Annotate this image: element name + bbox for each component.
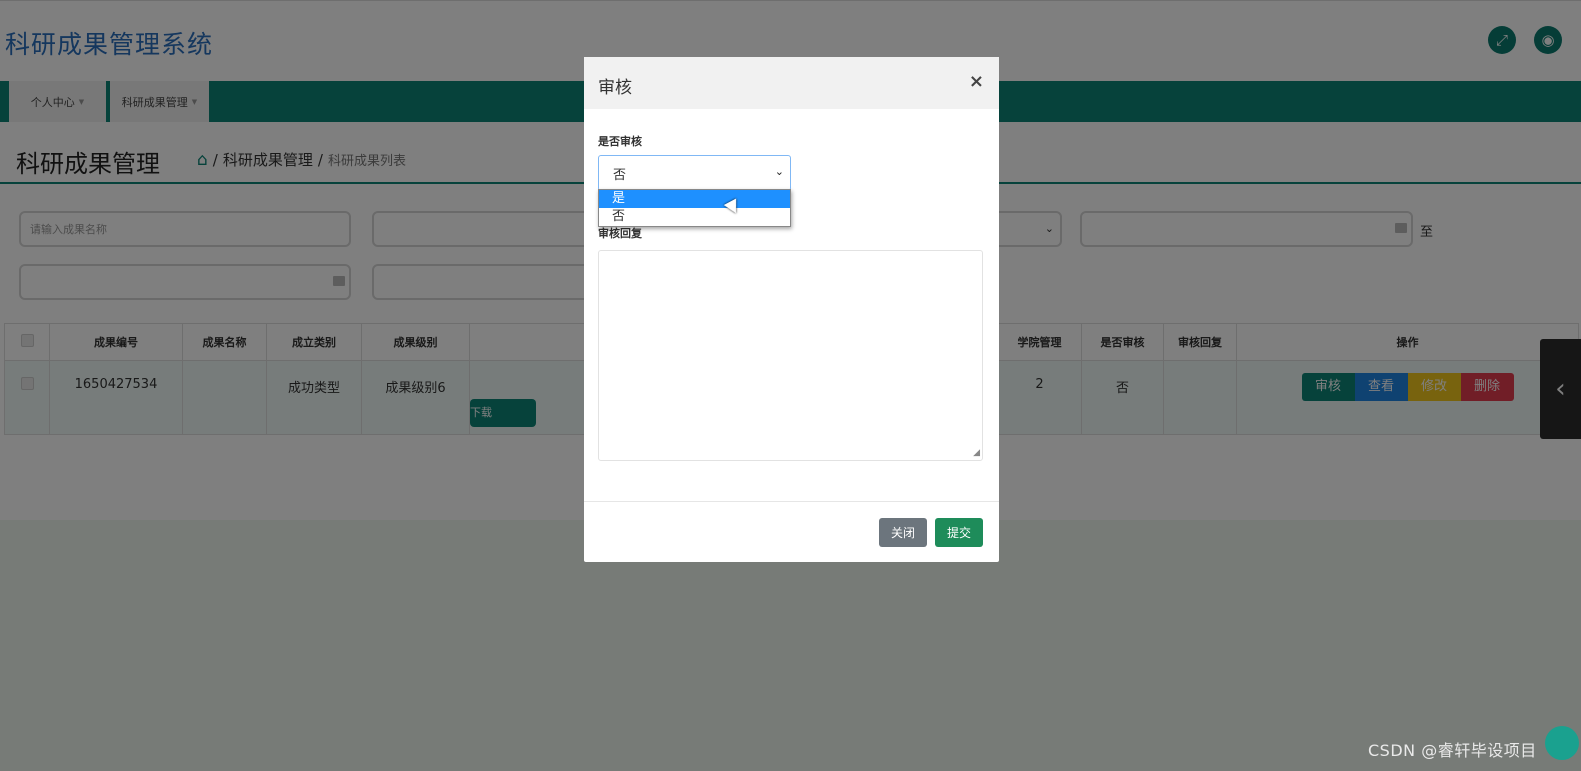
audit-label: 是否审核 [598,135,642,148]
modal-header: 审核 × [584,57,999,109]
chevron-down-icon: ⌄ [774,165,784,178]
audit-select-value: 否 [613,167,627,183]
submit-button[interactable]: 提交 [935,518,983,547]
watermark-badge [1545,726,1579,760]
watermark: CSDN @睿轩毕设项目 [1368,741,1537,760]
close-icon[interactable]: × [969,71,984,92]
close-button[interactable]: 关闭 [879,518,927,547]
audit-select[interactable]: 否 ⌄ [598,155,791,191]
reply-textarea[interactable]: ◢ [598,250,983,461]
reply-label: 审核回复 [598,227,642,240]
option-no[interactable]: 否 [599,208,790,226]
audit-dropdown-list: 是 否 [598,189,791,227]
option-yes[interactable]: 是 [599,190,790,208]
resize-grip-icon[interactable]: ◢ [973,448,980,458]
modal-footer: 关闭 提交 [584,501,999,562]
audit-modal: 审核 × 是否审核 否 ⌄ 审核回复 ◢ 是 否 关闭 提交 [584,57,999,562]
modal-title: 审核 [598,78,632,98]
